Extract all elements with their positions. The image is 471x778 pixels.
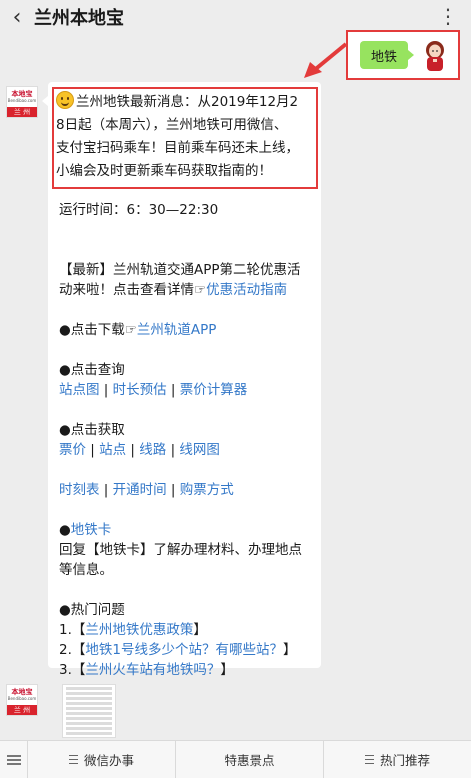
item-number: 1. [59,622,72,638]
promo-line-1: 【最新】兰州轨道交通APP第二轮优惠活 [59,262,301,278]
ticket-purchase-link[interactable]: 购票方式 [180,482,234,498]
menu-hot-recommendations[interactable]: 热门推荐 [324,741,471,778]
get-label: ●点击获取 [59,422,125,438]
bottom-menu-bar: 微信办事 特惠景点 热门推荐 [0,740,471,778]
station-map-link[interactable]: 站点图 [59,382,100,398]
smile-emoji-icon [56,91,74,109]
metro-card-desc-1: 回复【地铁卡】了解办理材料、办理地点 [59,542,302,558]
separator: | [86,442,100,458]
duration-estimate-link[interactable]: 时长预估 [113,382,167,398]
bullet: ● [59,522,71,538]
top-bar: ‹ 兰州本地宝 ⋮ [0,0,471,34]
menu-label: 特惠景点 [224,753,275,768]
menu-label: 热门推荐 [379,753,430,768]
promo-text: 动来啦！点击查看详情 [59,282,194,298]
separator: | [166,382,180,398]
news-line-3: 支付宝扫码乘车！目前乘车码还未上线， [56,140,299,156]
bracket: 【 [71,642,86,658]
bracket: 】 [282,642,297,658]
menu-wechat-services[interactable]: 微信办事 [28,740,176,778]
news-text: 兰州地铁最新消息：从2019年12月2 8日起（本周六），兰州地铁可用微信、 支… [56,91,310,183]
avatar-site-text: Bendibao.com [7,98,37,103]
avatar-brand-text: 本地宝 [11,90,33,98]
lines-link[interactable]: 线路 [139,442,166,458]
menu-list-icon [364,755,374,764]
news-line-1: 兰州地铁最新消息：从2019年12月2 [76,94,299,110]
avatar-site-text: Bendibao.com [7,696,37,701]
user-message-highlight: 地铁 [346,30,460,80]
keyboard-toggle-icon[interactable] [0,740,28,778]
hot-questions-label: ●热门问题 [59,602,125,618]
promo-line-2: 动来啦！点击查看详情☞优惠活动指南 [59,280,314,300]
pointer-icon: ☞ [194,282,207,298]
get-links-row-1: 票价 | 站点 | 线路 | 线网图 [59,440,314,460]
item-number: 3. [59,662,72,678]
stations-link[interactable]: 站点 [99,442,126,458]
news-line-4: 小编会及时更新乘车码获取指南的！ [56,163,272,179]
news-line-2: 8日起（本周六），兰州地铁可用微信、 [56,117,288,133]
metro-card-line: ●地铁卡 [59,520,314,540]
bracket: 【 [71,662,86,678]
menu-label: 微信办事 [83,753,134,768]
item-number: 2. [59,642,72,658]
red-arrow-annotation [304,42,348,78]
download-label: ●点击下载 [59,322,125,338]
app-download-link[interactable]: 兰州轨道APP [137,322,217,338]
separator: | [166,482,180,498]
operating-hours: 运行时间：6：30—22:30 [59,202,219,218]
bot-message-bubble: 兰州地铁最新消息：从2019年12月2 8日起（本周六），兰州地铁可用微信、 支… [42,82,321,678]
bot-avatar[interactable]: 本地宝 Bendibao.com 兰 州 [6,86,38,118]
timetable-link[interactable]: 时刻表 [59,482,100,498]
back-icon[interactable]: ‹ [0,0,34,34]
bracket: 】 [220,662,234,678]
image-message-thumbnail[interactable] [62,684,116,738]
pointer-icon: ☞ [124,322,137,338]
hot-question-item: 1.【兰州地铁优惠政策】 [59,620,314,640]
get-links-row-2: 时刻表 | 开通时间 | 购票方式 [59,480,314,500]
menu-special-attractions[interactable]: 特惠景点 [176,740,324,778]
menu-list-icon [68,755,78,764]
promo-guide-link[interactable]: 优惠活动指南 [206,282,287,298]
network-map-link[interactable]: 线网图 [179,442,220,458]
user-message-bubble[interactable]: 地铁 [360,41,414,69]
opening-time-link[interactable]: 开通时间 [113,482,167,498]
bracket: 【 [71,622,86,638]
user-avatar[interactable] [420,39,450,71]
metro-card-link[interactable]: 地铁卡 [71,522,112,538]
hot-question-item: 2.【地铁1号线多少个站？有哪些站？】 [59,640,314,660]
separator: | [166,442,180,458]
separator: | [99,482,113,498]
query-label: ●点击查询 [59,362,125,378]
download-line: ●点击下载☞兰州轨道APP [59,320,314,340]
bracket: 】 [193,622,207,638]
avatar-city-text: 兰 州 [7,705,37,715]
hot-question-item: 3.【兰州火车站有地铁吗？】 [59,660,314,680]
fare-link[interactable]: 票价 [59,442,86,458]
message-body: 运行时间：6：30—22:30 【最新】兰州轨道交通APP第二轮优惠活 动来啦！… [59,200,314,680]
hot-question-link-1[interactable]: 兰州地铁优惠政策 [85,622,193,638]
avatar-brand-text: 本地宝 [11,688,33,696]
query-links: 站点图 | 时长预估 | 票价计算器 [59,380,314,400]
hot-question-link-2[interactable]: 地铁1号线多少个站？有哪些站？ [85,642,283,658]
bot-avatar[interactable]: 本地宝 Bendibao.com 兰 州 [6,684,38,716]
more-options-icon[interactable]: ⋮ [438,4,459,28]
avatar-city-text: 兰 州 [7,107,37,117]
separator: | [99,382,113,398]
fare-calculator-link[interactable]: 票价计算器 [180,382,248,398]
metro-card-desc-2: 等信息。 [59,562,113,578]
separator: | [126,442,140,458]
hot-question-link-3[interactable]: 兰州火车站有地铁吗？ [85,662,220,678]
chat-title: 兰州本地宝 [34,8,124,29]
